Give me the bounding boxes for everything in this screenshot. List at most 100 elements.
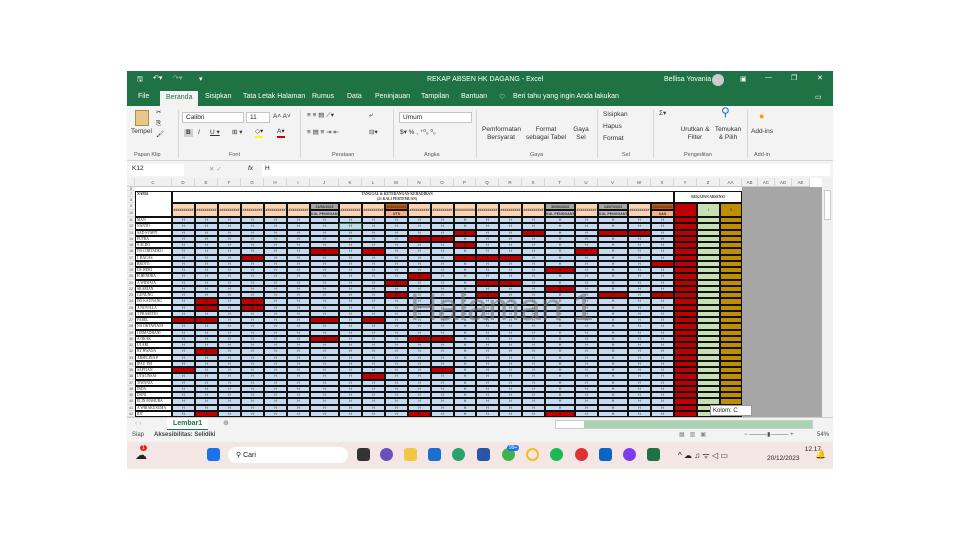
taskbar-search[interactable]: ⚲ Cari xyxy=(228,447,348,463)
view-buttons[interactable]: ▦ ▥ ▣ xyxy=(679,431,706,438)
paste-icon[interactable] xyxy=(135,110,149,126)
redo-icon[interactable]: ↷▾ xyxy=(173,74,182,82)
tab-tampilan[interactable]: Tampilan xyxy=(421,93,449,100)
insert-function-icon[interactable]: fx xyxy=(248,165,253,172)
undo-icon[interactable]: ↶▾ xyxy=(153,74,162,82)
column-header[interactable]: K xyxy=(339,178,362,187)
column-header[interactable]: W xyxy=(628,178,651,187)
column-header[interactable]: U xyxy=(575,178,598,187)
tab-scroll-icon[interactable]: ‹ › xyxy=(135,420,142,427)
ribbon-display-icon[interactable]: ▣ xyxy=(740,75,747,83)
find-select-button[interactable]: Temukan & Pilih xyxy=(712,126,744,142)
align-center-icon[interactable]: ≡ ▤ ≡ ⇥ ⇤ xyxy=(307,129,339,137)
column-header[interactable]: J xyxy=(310,178,339,187)
zoom-slider[interactable]: − ———▮——— + xyxy=(744,431,794,438)
wrap-text-icon[interactable]: ⤶ xyxy=(369,112,373,120)
borders-icon[interactable]: ⊞ ▾ xyxy=(232,129,243,137)
number-format-icons[interactable]: $▾ % , ⁺⁰₀ ⁰₀ xyxy=(400,129,436,137)
column-header[interactable]: T xyxy=(545,178,575,187)
column-header[interactable]: AA xyxy=(720,178,742,187)
tab-beranda[interactable]: Beranda xyxy=(160,91,199,106)
mail-icon[interactable] xyxy=(428,448,441,461)
column-header[interactable]: R xyxy=(499,178,522,187)
user-name[interactable]: Bellisa Yovania xyxy=(664,76,711,83)
autosum-icon[interactable]: Σ▾ xyxy=(659,110,666,118)
accessibility-status[interactable]: Aksesibilitas: Selidiki xyxy=(154,432,215,438)
restore-icon[interactable]: ❐ xyxy=(791,74,797,82)
column-header[interactable]: AE xyxy=(792,178,810,187)
column-header[interactable]: C xyxy=(135,178,172,187)
tab-tata-letak[interactable]: Tata Letak Halaman xyxy=(243,93,305,100)
linkedin-icon[interactable] xyxy=(599,448,612,461)
tray-overflow-icon[interactable]: ^ ☁ ♫ ᯤ ◁ ▭ xyxy=(678,450,728,461)
column-header[interactable]: Q xyxy=(476,178,499,187)
merge-icon[interactable]: ⊟▾ xyxy=(369,129,378,137)
cancel-icon[interactable]: ✕ ✓ xyxy=(209,165,222,173)
row-header[interactable]: 9 xyxy=(127,203,135,210)
font-color-icon[interactable]: A▾ xyxy=(277,128,285,138)
column-header[interactable]: L xyxy=(362,178,385,187)
column-header[interactable]: Y xyxy=(674,178,697,187)
insert-cells-button[interactable]: Sisipkan xyxy=(603,111,628,119)
format-as-table-button[interactable]: Format sebagai Tabel xyxy=(524,126,568,142)
format-painter-icon[interactable]: 🖌 xyxy=(156,131,164,139)
tell-me-input[interactable]: Beri tahu yang ingin Anda lakukan xyxy=(513,93,619,100)
column-header[interactable]: N xyxy=(408,178,431,187)
store-icon[interactable] xyxy=(477,448,490,461)
cut-icon[interactable]: ✂ xyxy=(156,109,161,117)
row-header[interactable]: 10 xyxy=(127,210,135,217)
column-header[interactable]: I xyxy=(287,178,310,187)
column-header[interactable]: O xyxy=(431,178,454,187)
column-header[interactable]: V xyxy=(598,178,628,187)
avatar[interactable] xyxy=(712,74,724,86)
column-header[interactable]: F xyxy=(218,178,241,187)
cell-styles-button[interactable]: Gaya Sel xyxy=(571,126,591,142)
excel-taskbar-icon[interactable] xyxy=(647,448,660,461)
clock-date[interactable]: 20/12/2023 xyxy=(767,455,800,462)
name-box[interactable]: K12 xyxy=(129,164,184,176)
italic-button[interactable]: I xyxy=(198,129,200,137)
canva-icon[interactable] xyxy=(623,448,636,461)
sort-filter-button[interactable]: Urutkan & Filter xyxy=(679,126,711,142)
column-header[interactable]: P xyxy=(454,178,476,187)
horizontal-scrollbar[interactable] xyxy=(555,420,813,429)
tab-rumus[interactable]: Rumus xyxy=(312,93,334,100)
tab-file[interactable]: File xyxy=(138,93,149,100)
qat-customize-icon[interactable]: ▾ xyxy=(199,75,203,83)
selected-cell[interactable] xyxy=(339,223,362,230)
font-name-select[interactable]: Calibri xyxy=(182,112,244,123)
bold-button[interactable]: B xyxy=(184,129,193,137)
paste-button[interactable]: Tempel xyxy=(131,128,152,136)
font-size-select[interactable]: 11 xyxy=(246,112,270,123)
align-top-icon[interactable]: ≡ ≡ ▤ ⟋▾ xyxy=(307,112,334,120)
column-header[interactable]: AC xyxy=(758,178,775,187)
tab-bantuan[interactable]: Bantuan xyxy=(461,93,487,100)
tab-data[interactable]: Data xyxy=(347,93,362,100)
spotify-icon[interactable] xyxy=(550,448,563,461)
format-cells-button[interactable]: Format xyxy=(603,135,624,143)
column-header[interactable]: Z xyxy=(697,178,720,187)
column-header[interactable]: S xyxy=(522,178,545,187)
column-header[interactable]: G xyxy=(241,178,264,187)
tab-peninjauan[interactable]: Peninjauan xyxy=(375,93,410,100)
close-icon[interactable]: ✕ xyxy=(817,74,823,82)
comments-icon[interactable]: ▭ xyxy=(815,93,822,101)
add-sheet-icon[interactable]: ⊕ xyxy=(223,419,229,427)
underline-button[interactable]: U ▾ xyxy=(210,129,220,137)
notification-icon[interactable]: 🔔 xyxy=(815,449,826,460)
copy-icon[interactable]: ⎘ xyxy=(156,120,161,128)
column-header[interactable]: M xyxy=(385,178,408,187)
column-header[interactable]: AB xyxy=(742,178,758,187)
save-icon[interactable]: 🖫 xyxy=(137,75,143,86)
addins-button[interactable]: Add-ins xyxy=(751,128,773,136)
column-header[interactable]: E xyxy=(195,178,218,187)
edge-icon[interactable] xyxy=(452,448,465,461)
grow-font-icon[interactable]: A˄ A˅ xyxy=(273,113,291,121)
app-yellow-icon[interactable] xyxy=(526,448,539,461)
fill-color-icon[interactable]: ◇▾ xyxy=(255,128,264,138)
tab-sisipkan[interactable]: Sisipkan xyxy=(205,93,231,100)
zoom-level[interactable]: 54% xyxy=(817,432,829,438)
column-header[interactable]: D xyxy=(172,178,195,187)
column-header[interactable]: AD xyxy=(775,178,792,187)
number-format-select[interactable]: Umum xyxy=(399,112,472,123)
